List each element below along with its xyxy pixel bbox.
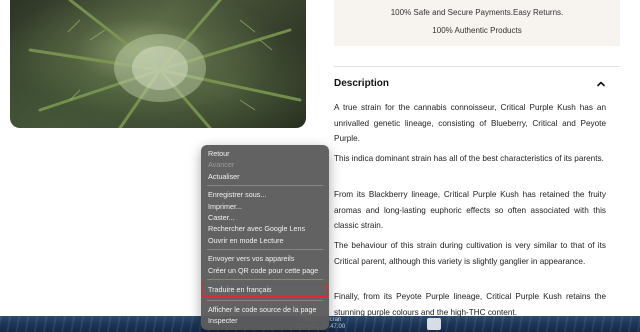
safe-payments-text: 100% Safe and Secure Payments.Easy Retur… (390, 8, 564, 17)
menu-separator (207, 185, 323, 187)
description-paragraph: From its Blackberry lineage, Critical Pu… (334, 190, 606, 230)
description-paragraph: A true strain for the cannabis connoisse… (334, 103, 606, 143)
menu-item-print[interactable]: Imprimer... (201, 201, 329, 212)
menu-item-back[interactable]: Retour (201, 148, 329, 159)
cannabis-plant-image (28, 0, 302, 128)
screenshot-thumbnail-icon[interactable] (427, 318, 441, 330)
description-divider (334, 66, 620, 67)
menu-separator (207, 278, 323, 280)
menu-item-google-lens[interactable]: Rechercher avec Google Lens (201, 223, 329, 234)
chevron-up-icon[interactable] (596, 79, 606, 89)
menu-item-view-source[interactable]: Afficher le code source de la page (201, 304, 329, 315)
menu-item-qr-code[interactable]: Créer un QR code pour cette page (201, 265, 329, 276)
menu-item-save-as[interactable]: Enregistrer sous... (201, 189, 329, 200)
description-paragraph: This indica dominant strain has all of t… (334, 154, 604, 163)
menu-item-send-to-devices[interactable]: Envoyer vers vos appareils (201, 253, 329, 264)
menu-item-translate[interactable]: Traduire en français (202, 282, 328, 297)
trust-info-box: 100% Safe and Secure Payments.Easy Retur… (334, 0, 620, 46)
description-heading[interactable]: Description (334, 78, 389, 89)
description-paragraph: The behaviour of this strain during cult… (334, 241, 606, 266)
authentic-products-text: 100% Authentic Products (432, 26, 522, 35)
menu-item-forward: Avancer (208, 160, 235, 170)
menu-item-cast[interactable]: Caster... (201, 212, 329, 223)
menu-separator (207, 299, 323, 301)
product-image (10, 0, 306, 128)
menu-item-reload[interactable]: Actualiser (201, 171, 329, 182)
browser-context-menu: Retour Avancer Actualiser Enregistrer so… (201, 145, 329, 330)
menu-item-inspect[interactable]: Inspecter (201, 315, 329, 326)
menu-item-reading-mode[interactable]: Ouvrir en mode Lecture (201, 235, 329, 246)
menu-separator (207, 249, 323, 251)
